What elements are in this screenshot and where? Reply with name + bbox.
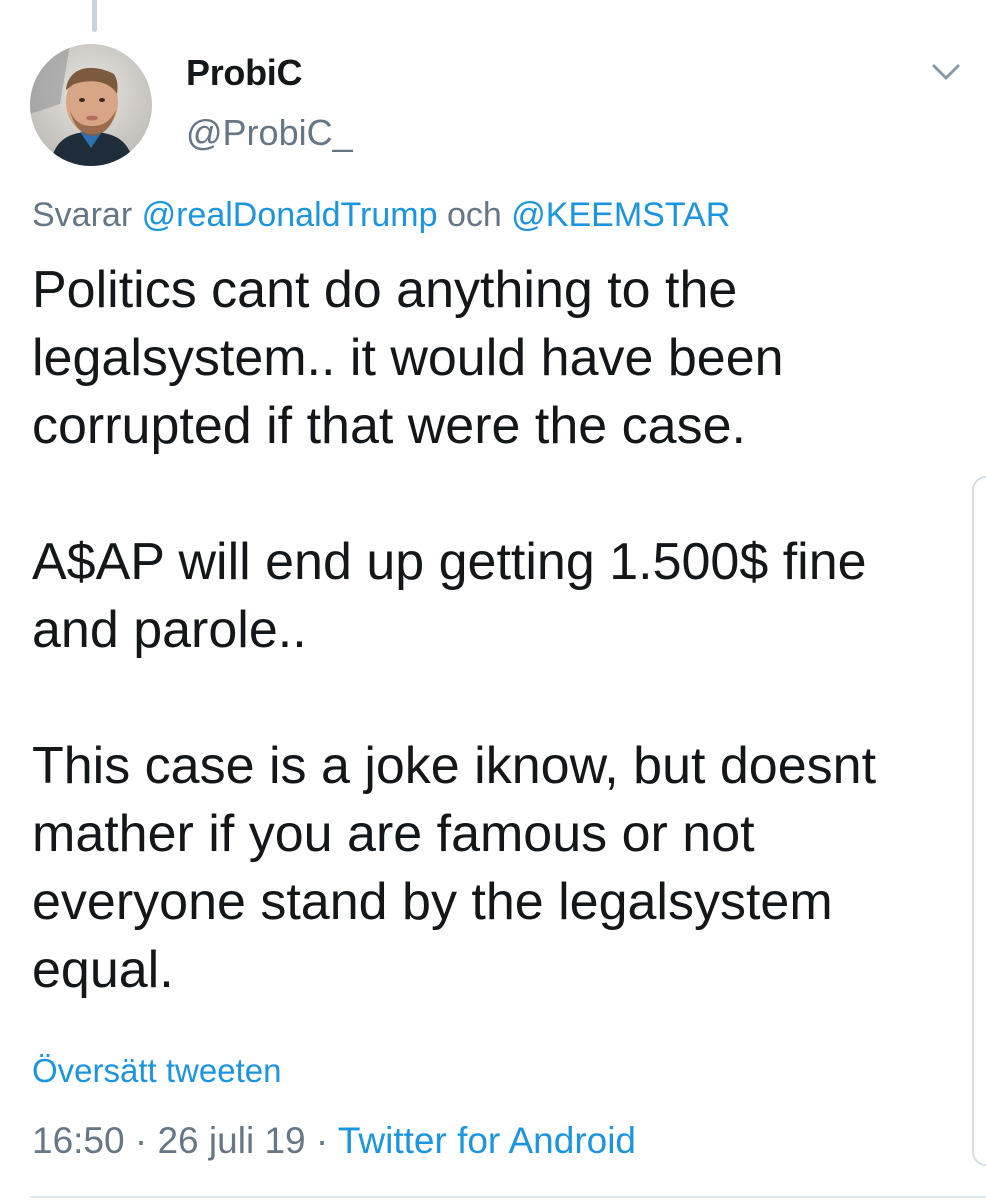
thread-connector-line [92,0,97,32]
translate-tweet-link[interactable]: Översätt tweeten [32,1052,281,1090]
avatar[interactable] [30,44,152,166]
tweet-time: 16:50 [32,1120,125,1161]
tweet-source-link[interactable]: Twitter for Android [338,1120,636,1161]
tweet-date: 26 juli 19 [157,1120,306,1161]
tweet-paragraph: Politics cant do anything to the legalsy… [32,261,784,455]
scrollbar[interactable] [972,476,986,1166]
tweet-text: Politics cant do anything to the legalsy… [32,256,952,1004]
meta-separator: · [315,1120,329,1161]
mention-link[interactable]: @realDonaldTrump [142,196,438,234]
divider [30,1196,986,1198]
reply-conjunction: och [446,196,502,234]
author-display-name[interactable]: ProbiC [186,52,303,94]
author-handle[interactable]: @ProbiC_ [186,112,353,154]
tweet-paragraph: A$AP will end up getting 1.500$ fine and… [32,533,867,659]
chevron-down-icon[interactable] [928,58,964,86]
tweet-paragraph: This case is a joke iknow, but doesnt ma… [32,737,877,999]
reply-context: Svarar @realDonaldTrump och @KEEMSTAR [32,196,730,235]
meta-separator: · [134,1120,148,1161]
mention-link[interactable]: @KEEMSTAR [511,196,730,234]
tweet-metadata: 16:50 · 26 juli 19 · Twitter for Android [32,1120,636,1162]
reply-prefix: Svarar [32,196,133,234]
